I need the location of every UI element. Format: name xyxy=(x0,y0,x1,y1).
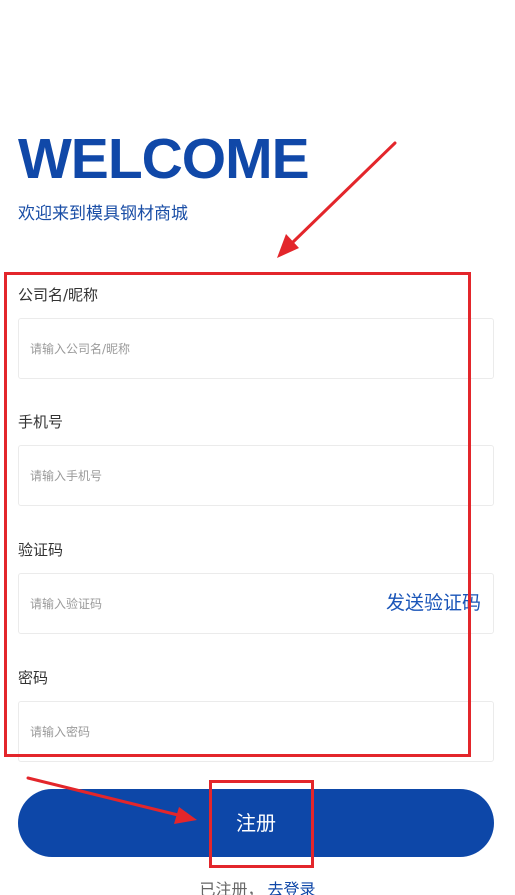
verification-code-input[interactable] xyxy=(30,574,330,633)
login-prompt: 已注册， 去登录 xyxy=(0,879,515,895)
register-button[interactable]: 注册 xyxy=(18,789,494,857)
send-code-button[interactable]: 发送验证码 xyxy=(386,590,481,616)
phone-field-box xyxy=(18,445,494,506)
register-page: WELCOME 欢迎来到模具钢材商城 公司名/昵称 手机号 验证码 发送验证码 … xyxy=(0,0,515,895)
verification-code-field-box: 发送验证码 xyxy=(18,573,494,634)
password-field-box xyxy=(18,701,494,762)
registered-text: 已注册， xyxy=(199,880,264,895)
password-input[interactable] xyxy=(30,702,330,761)
company-name-label: 公司名/昵称 xyxy=(18,286,99,304)
verification-code-label: 验证码 xyxy=(18,541,64,559)
phone-input[interactable] xyxy=(30,446,330,505)
phone-label: 手机号 xyxy=(18,413,64,431)
welcome-subtitle: 欢迎来到模具钢材商城 xyxy=(18,204,188,224)
welcome-title: WELCOME xyxy=(18,127,310,191)
company-name-input[interactable] xyxy=(30,319,330,378)
password-label: 密码 xyxy=(18,669,49,687)
company-name-field-box xyxy=(18,318,494,379)
go-login-link[interactable]: 去登录 xyxy=(268,880,316,895)
